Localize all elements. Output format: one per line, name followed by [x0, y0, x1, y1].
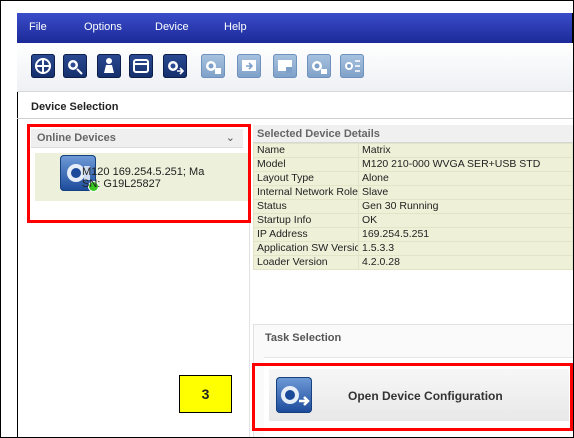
table-row: Application SW Version 1.5.3.3	[253, 241, 573, 256]
detail-value: Matrix	[358, 143, 573, 158]
table-row: Loader Version 4.2.0.28	[253, 255, 573, 270]
table-row: Name Matrix	[253, 143, 573, 158]
step-number-badge: 3	[179, 375, 232, 413]
details-table: Name Matrix Model M120 210-000 WVGA SER+US…	[253, 143, 573, 270]
toolbar	[17, 43, 573, 92]
menu-help[interactable]: Help	[224, 21, 247, 33]
detail-value: 4.2.0.28	[358, 255, 573, 270]
detail-key: Application SW Version	[253, 241, 359, 256]
person-icon[interactable]	[97, 54, 121, 78]
detail-key: Layout Type	[253, 171, 359, 186]
camera-list-icon[interactable]	[340, 54, 364, 78]
menu-bar: File Options Device Help	[17, 13, 573, 43]
table-row: Layout Type Alone	[253, 171, 573, 186]
menu-device[interactable]: Device	[155, 21, 189, 33]
detail-key: Loader Version	[253, 255, 359, 270]
table-row: Internal Network Role Slave	[253, 185, 573, 200]
compass-icon[interactable]	[31, 54, 55, 78]
window-edge-left	[17, 43, 18, 437]
table-row: Model M120 210-000 WVGA SER+USB STD	[253, 157, 573, 172]
device-selection-title: Device Selection	[31, 101, 119, 113]
table-row: IP Address 169.254.5.251	[253, 227, 573, 242]
detail-value: 169.254.5.251	[358, 227, 573, 242]
camera-export-icon[interactable]	[163, 54, 187, 78]
details-header-label: Selected Device Details	[257, 128, 380, 140]
camera-settings-icon[interactable]	[307, 54, 331, 78]
table-row: Startup Info OK	[253, 213, 573, 228]
detail-key: IP Address	[253, 227, 359, 242]
detail-value: OK	[358, 213, 573, 228]
search-camera-icon[interactable]	[63, 54, 87, 78]
details-header: Selected Device Details	[253, 125, 573, 143]
menu-file[interactable]: File	[29, 21, 47, 33]
camera-disabled-icon[interactable]	[201, 54, 225, 78]
detail-key: Internal Network Role	[253, 185, 359, 200]
detail-key: Startup Info	[253, 213, 359, 228]
detail-key: Model	[253, 157, 359, 172]
window-icon[interactable]	[129, 54, 153, 78]
divider	[17, 118, 573, 119]
app-window: File Options Device Help Device Selectio…	[0, 0, 574, 438]
task-selection-title: Task Selection	[265, 332, 342, 344]
detail-key: Name	[253, 143, 359, 158]
detail-value: Slave	[358, 185, 573, 200]
monitor-disabled-icon[interactable]	[273, 54, 297, 78]
detail-value: Alone	[358, 171, 573, 186]
highlight-box-task	[252, 363, 573, 431]
detail-value: 1.5.3.3	[358, 241, 573, 256]
detail-value: M120 210-000 WVGA SER+USB STD	[358, 157, 573, 172]
detail-key: Status	[253, 199, 359, 214]
table-row: Status Gen 30 Running	[253, 199, 573, 214]
detail-value: Gen 30 Running	[358, 199, 573, 214]
menu-options[interactable]: Options	[84, 21, 122, 33]
highlight-box-devices	[27, 124, 251, 223]
monitor-import-icon[interactable]	[237, 54, 261, 78]
